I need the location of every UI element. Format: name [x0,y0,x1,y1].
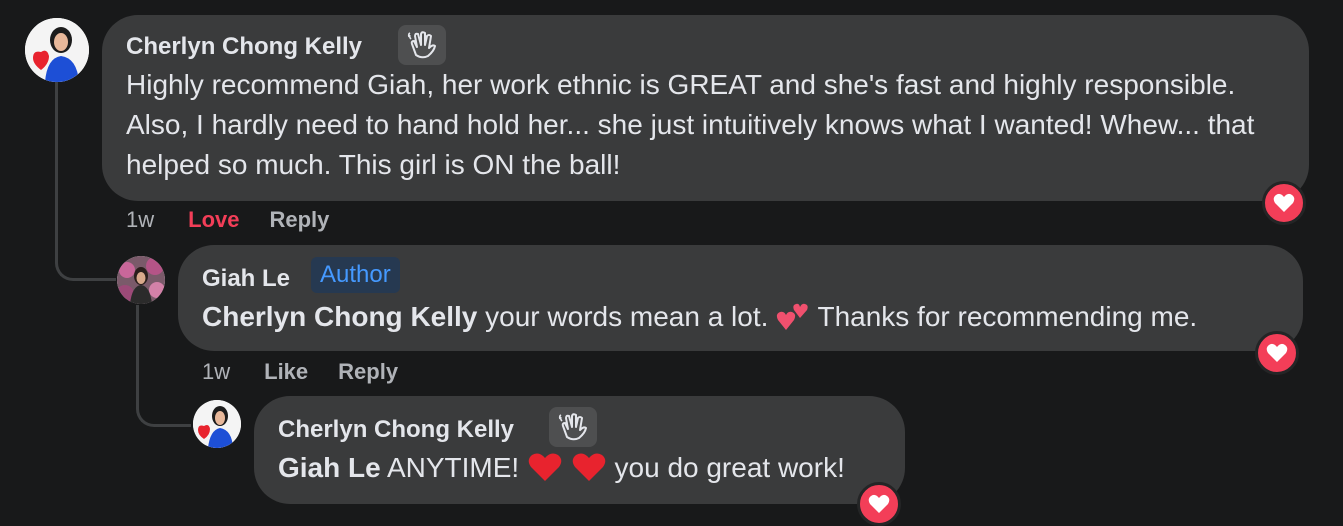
comment-text: Giah Le ANYTIME! you do great work! [278,452,845,483]
love-reaction-icon[interactable] [1262,181,1306,225]
comment-time[interactable]: 1w [202,359,230,384]
heart-emoji-icon [528,453,562,481]
thread-line [55,82,58,260]
avatar[interactable] [25,18,89,82]
heart-emoji-icon [572,453,606,481]
comment-text: Cherlyn Chong Kelly your words mean a lo… [202,301,1198,332]
wave-icon [549,407,597,447]
like-button[interactable]: Like [264,359,308,384]
avatar[interactable] [117,256,165,304]
reply-button[interactable]: Reply [338,359,398,384]
mention-link[interactable]: Giah Le [278,452,381,483]
comment-bubble: Cherlyn Chong Kelly Giah Le ANYTIME! you… [254,396,905,504]
comment-time[interactable]: 1w [126,207,154,232]
thread-connector [55,240,116,281]
comment-author[interactable]: Cherlyn Chong Kelly [278,416,514,444]
avatar[interactable] [193,400,241,448]
comment-text: Highly recommend Giah, her work ethnic i… [126,69,1255,180]
comment-actions: 1w Like Reply [202,359,428,385]
mention-link[interactable]: Cherlyn Chong Kelly [202,301,477,332]
comment-bubble: Cherlyn Chong Kelly Highly recommend Gia… [102,15,1309,201]
wave-icon [398,25,446,65]
love-button[interactable]: Love [188,207,239,232]
thread-connector [136,390,191,427]
comment-bubble: Giah Le Author Cherlyn Chong Kelly your … [178,245,1303,351]
love-reaction-icon[interactable] [1255,331,1299,375]
comment-actions: 1w Love Reply [126,207,359,233]
two-hearts-icon [777,303,808,330]
comment-author[interactable]: Giah Le [202,265,290,293]
love-reaction-icon[interactable] [857,482,901,526]
reply-button[interactable]: Reply [269,207,329,232]
comment-author[interactable]: Cherlyn Chong Kelly [126,33,362,61]
author-badge: Author [311,257,400,293]
